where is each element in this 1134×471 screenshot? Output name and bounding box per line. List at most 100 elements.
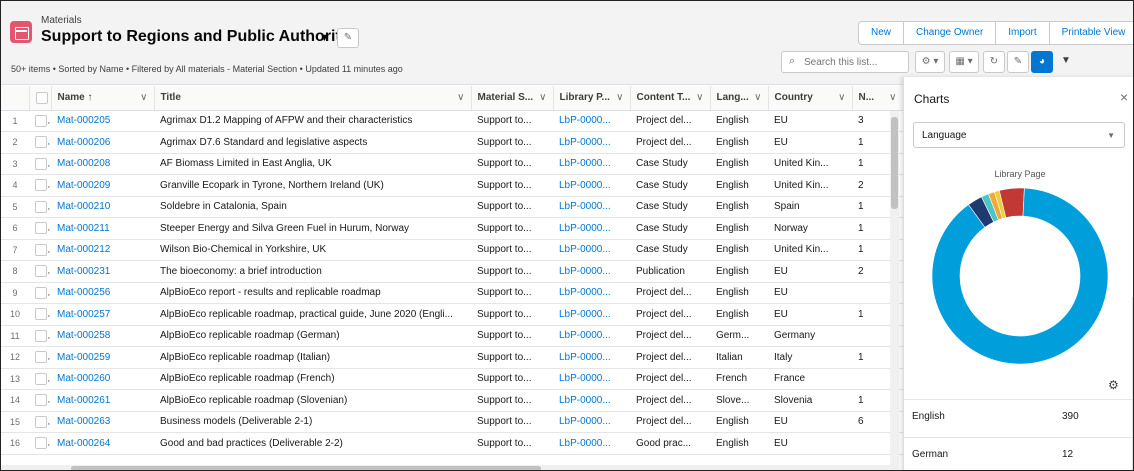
row-checkbox-cell[interactable]: [29, 260, 51, 283]
table-horizontal-scrollbar[interactable]: [1, 465, 890, 470]
legend-row-english[interactable]: English 390: [904, 399, 1133, 433]
row-checkbox[interactable]: [35, 243, 47, 256]
table-row[interactable]: 6 Mat-000211 Steeper Energy and Silva Gree…: [1, 217, 903, 240]
row-checkbox-cell[interactable]: [29, 131, 51, 154]
table-row[interactable]: 15 Mat-000263 Business models (Deliverable…: [1, 411, 903, 433]
record-name-link[interactable]: Mat-000231: [51, 260, 154, 283]
record-library-page-link[interactable]: LbP-0000...: [553, 432, 630, 455]
row-checkbox-cell[interactable]: [29, 389, 51, 412]
row-checkbox[interactable]: [35, 415, 47, 428]
table-row[interactable]: 13 Mat-000260 AlpBioEco replicable roadmap…: [1, 368, 903, 390]
list-view-switcher-icon[interactable]: ▼: [319, 32, 330, 44]
table-row[interactable]: 16 Mat-000264 Good and bad practices (Deli…: [1, 432, 903, 455]
record-name-link[interactable]: Mat-000263: [51, 411, 154, 433]
chevron-down-icon[interactable]: ∨: [616, 92, 623, 103]
row-checkbox[interactable]: [35, 114, 47, 127]
new-button[interactable]: New: [859, 22, 905, 44]
row-checkbox[interactable]: [35, 286, 47, 299]
table-row[interactable]: 1 Mat-000205 Agrimax D1.2 Mapping of AFPW …: [1, 110, 903, 132]
table-row[interactable]: 4 Mat-000209 Granville Ecopark in Tyrone, …: [1, 174, 903, 197]
row-checkbox[interactable]: [35, 351, 47, 364]
column-header-number[interactable]: N... ∨: [852, 86, 903, 111]
printable-view-button[interactable]: Printable View: [1050, 22, 1133, 44]
record-library-page-link[interactable]: LbP-0000...: [553, 411, 630, 433]
record-library-page-link[interactable]: LbP-0000...: [553, 260, 630, 283]
search-list-input[interactable]: [804, 54, 904, 70]
column-header-material-section[interactable]: Material S... ∨: [471, 86, 554, 111]
refresh-button[interactable]: ↻: [983, 51, 1005, 73]
search-list-box[interactable]: ⌕: [781, 51, 909, 73]
scrollbar-thumb[interactable]: [891, 117, 898, 209]
row-checkbox-cell[interactable]: [29, 346, 51, 369]
row-checkbox[interactable]: [35, 329, 47, 342]
row-checkbox[interactable]: [35, 308, 47, 321]
table-row[interactable]: 11 Mat-000258 AlpBioEco replicable roadmap…: [1, 325, 903, 347]
table-row[interactable]: 2 Mat-000206 Agrimax D7.6 Standard and leg…: [1, 131, 903, 154]
row-checkbox-cell[interactable]: [29, 432, 51, 455]
record-name-link[interactable]: Mat-000210: [51, 196, 154, 218]
list-settings-button[interactable]: ⚙ ▾: [915, 51, 945, 73]
table-row[interactable]: 10 Mat-000257 AlpBioEco replicable roadmap…: [1, 303, 903, 326]
record-library-page-link[interactable]: LbP-0000...: [553, 282, 630, 304]
scrollbar-thumb[interactable]: [71, 466, 541, 470]
select-all-checkbox[interactable]: [35, 91, 48, 104]
row-checkbox[interactable]: [35, 200, 47, 213]
row-checkbox-cell[interactable]: [29, 411, 51, 433]
record-library-page-link[interactable]: LbP-0000...: [553, 389, 630, 412]
row-checkbox-cell[interactable]: [29, 217, 51, 240]
change-owner-button[interactable]: Change Owner: [904, 22, 997, 44]
table-row[interactable]: 5 Mat-000210 Soldebre in Catalonia, Spain S…: [1, 196, 903, 218]
record-library-page-link[interactable]: LbP-0000...: [553, 153, 630, 175]
record-name-link[interactable]: Mat-000258: [51, 325, 154, 347]
chevron-down-icon[interactable]: ∨: [696, 92, 703, 103]
column-header-library-page[interactable]: Library P... ∨: [553, 86, 631, 111]
column-header-language[interactable]: Lang... ∨: [710, 86, 769, 111]
row-checkbox-cell[interactable]: [29, 153, 51, 175]
row-checkbox-cell[interactable]: [29, 239, 51, 261]
record-name-link[interactable]: Mat-000208: [51, 153, 154, 175]
record-name-link[interactable]: Mat-000205: [51, 110, 154, 132]
close-icon[interactable]: ×: [1120, 89, 1128, 105]
record-name-link[interactable]: Mat-000212: [51, 239, 154, 261]
row-checkbox-cell[interactable]: [29, 110, 51, 132]
record-library-page-link[interactable]: LbP-0000...: [553, 325, 630, 347]
row-checkbox[interactable]: [35, 136, 47, 149]
column-header-country[interactable]: Country ∨: [768, 86, 853, 111]
chevron-down-icon[interactable]: ∨: [140, 92, 147, 103]
record-library-page-link[interactable]: LbP-0000...: [553, 196, 630, 218]
row-checkbox-cell[interactable]: [29, 174, 51, 197]
record-name-link[interactable]: Mat-000256: [51, 282, 154, 304]
record-library-page-link[interactable]: LbP-0000...: [553, 110, 630, 132]
record-library-page-link[interactable]: LbP-0000...: [553, 368, 630, 390]
table-row[interactable]: 14 Mat-000261 AlpBioEco replicable roadmap…: [1, 389, 903, 412]
pin-list-button[interactable]: ✎: [337, 28, 359, 48]
record-name-link[interactable]: Mat-000211: [51, 217, 154, 240]
column-header-content-type[interactable]: Content T... ∨: [630, 86, 711, 111]
table-vertical-scrollbar[interactable]: [890, 111, 899, 470]
row-checkbox[interactable]: [35, 372, 47, 385]
record-name-link[interactable]: Mat-000264: [51, 432, 154, 455]
record-library-page-link[interactable]: LbP-0000...: [553, 174, 630, 197]
row-checkbox-cell[interactable]: [29, 368, 51, 390]
table-row[interactable]: 7 Mat-000212 Wilson Bio-Chemical in Yorksh…: [1, 239, 903, 261]
chevron-down-icon[interactable]: ∨: [838, 92, 845, 103]
row-checkbox[interactable]: [35, 394, 47, 407]
record-name-link[interactable]: Mat-000257: [51, 303, 154, 326]
row-checkbox-cell[interactable]: [29, 282, 51, 304]
record-library-page-link[interactable]: LbP-0000...: [553, 217, 630, 240]
table-row[interactable]: 9 Mat-000256 AlpBioEco report - results an…: [1, 282, 903, 304]
row-checkbox[interactable]: [35, 265, 47, 278]
record-name-link[interactable]: Mat-000259: [51, 346, 154, 369]
chevron-down-icon[interactable]: ∨: [889, 92, 896, 103]
row-checkbox-cell[interactable]: [29, 325, 51, 347]
row-checkbox[interactable]: [35, 157, 47, 170]
chevron-down-icon[interactable]: ∨: [539, 92, 546, 103]
table-row[interactable]: 12 Mat-000259 AlpBioEco replicable roadmap…: [1, 346, 903, 369]
chart-settings-gear-icon[interactable]: ⚙: [1108, 378, 1119, 392]
chevron-down-icon[interactable]: ∨: [457, 92, 464, 103]
import-button[interactable]: Import: [996, 22, 1050, 44]
row-checkbox-cell[interactable]: [29, 303, 51, 326]
record-library-page-link[interactable]: LbP-0000...: [553, 131, 630, 154]
list-view-title[interactable]: Support to Regions and Public Authoritie: [41, 28, 354, 46]
table-row[interactable]: 3 Mat-000208 AF Biomass Limited in East An…: [1, 153, 903, 175]
